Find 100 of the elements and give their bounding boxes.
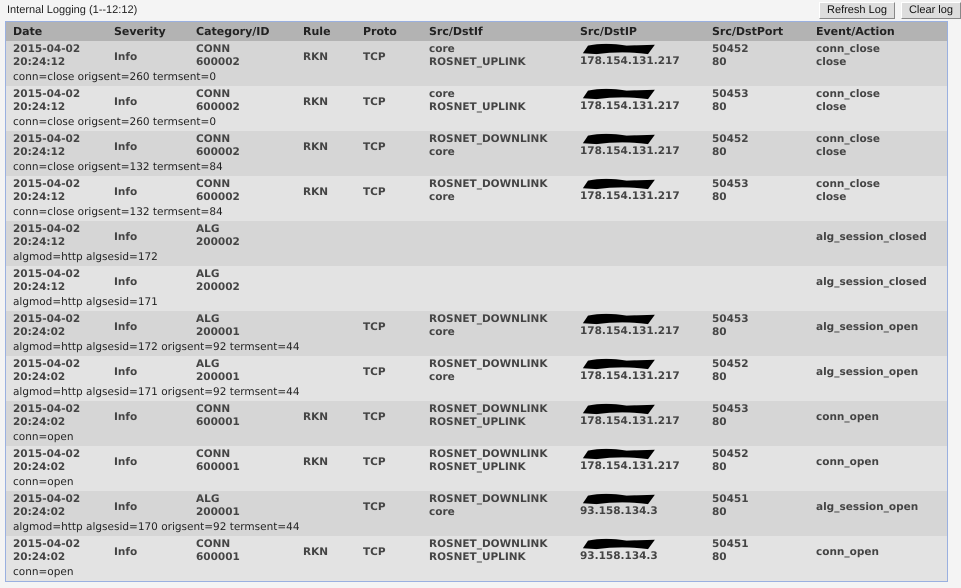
table-cell: RKN (303, 546, 328, 558)
table-cell: 2015-04-02 20:24:02 (13, 538, 80, 563)
table-cell: 50453 80 (712, 88, 749, 113)
toolbar-button[interactable]: Refresh Log (819, 2, 895, 18)
table-cell: 93.158.134.3 (580, 550, 658, 562)
table-cell: 50451 80 (712, 493, 749, 518)
table-cell: 178.154.131.217 (580, 55, 680, 68)
table-cell: 50453 80 (712, 403, 749, 428)
table-cell: CONN 600002 (196, 133, 240, 158)
table-cell: TCP (363, 366, 386, 378)
table-cell: alg_session_closed (816, 276, 927, 288)
table-cell: ROSNET_DOWNLINK core (429, 358, 548, 383)
log-detail: algmod=http algsesid=172 (13, 251, 158, 263)
table-cell: core ROSNET_UPLINK (429, 88, 526, 113)
table-cell: 2015-04-02 20:24:12 (13, 223, 80, 248)
table-cell: 50452 80 (712, 448, 749, 473)
table-cell: TCP (363, 456, 386, 468)
table-cell: core ROSNET_UPLINK (429, 43, 526, 68)
table-cell: Info (114, 230, 138, 244)
table-cell: 2015-04-02 20:24:12 (13, 43, 80, 68)
table-cell: TCP (363, 96, 386, 108)
table-cell: 50453 80 (712, 178, 749, 203)
table-cell: RKN (303, 50, 328, 64)
table-cell: alg_session_open (816, 500, 918, 514)
table-cell: ROSNET_DOWNLINK core (429, 493, 548, 518)
table-cell: CONN 600002 (196, 43, 240, 68)
table-cell: conn_open (816, 456, 879, 468)
table-cell: RKN (303, 140, 328, 154)
table-cell: ROSNET_DOWNLINK ROSNET_UPLINK (429, 538, 548, 563)
table-cell: Info (114, 96, 138, 108)
table-cell: RKN (303, 96, 328, 108)
table-cell: 178.154.131.217 (580, 145, 680, 158)
table-cell: TCP (363, 500, 386, 514)
table-cell: RKN (303, 186, 328, 198)
table-cell: 50451 80 (712, 538, 749, 563)
table-cell: 50452 80 (712, 43, 749, 68)
table-cell: Info (114, 366, 138, 378)
table-cell: Info (114, 186, 138, 198)
table-cell: ALG 200002 (196, 268, 240, 293)
table-cell: CONN 600001 (196, 538, 240, 563)
table-cell: Info (114, 320, 138, 334)
log-detail: algmod=http algsesid=171 (13, 296, 158, 308)
column-header: Src/DstPort (712, 25, 784, 38)
table-cell: Info (114, 546, 138, 558)
table-cell: conn_open (816, 546, 879, 558)
log-detail: conn=close origsent=132 termsent=84 (13, 161, 223, 173)
table-cell: ALG 200001 (196, 493, 240, 518)
table-cell: TCP (363, 410, 386, 424)
table-cell: ROSNET_DOWNLINK ROSNET_UPLINK (429, 448, 548, 473)
table-cell: ROSNET_DOWNLINK core (429, 133, 548, 158)
table-cell: 93.158.134.3 (580, 505, 658, 518)
log-detail: conn=close origsent=260 termsent=0 (13, 116, 216, 128)
table-cell: CONN 600002 (196, 178, 240, 203)
table-cell: ROSNET_DOWNLINK core (429, 313, 548, 338)
log-detail: conn=open (13, 431, 74, 443)
table-cell: 2015-04-02 20:24:02 (13, 358, 80, 383)
table-cell: conn_open (816, 410, 879, 424)
table-cell: conn_close close (816, 88, 880, 113)
log-detail: conn=open (13, 566, 74, 578)
table-cell: 2015-04-02 20:24:02 (13, 493, 80, 518)
table-cell: ALG 200002 (196, 223, 240, 248)
table-cell: 2015-04-02 20:24:12 (13, 268, 80, 293)
table-cell: alg_session_open (816, 366, 918, 378)
table-cell: 178.154.131.217 (580, 190, 680, 202)
table-cell: 2015-04-02 20:24:12 (13, 88, 80, 113)
table-cell: RKN (303, 456, 328, 468)
table-cell: 50452 80 (712, 133, 749, 158)
panel-title: Internal Logging (1--12:12) (7, 4, 138, 16)
column-header: Category/ID (196, 25, 270, 38)
table-cell: ALG 200001 (196, 313, 240, 338)
table-cell: Info (114, 276, 138, 288)
table-cell: CONN 600002 (196, 88, 240, 113)
table-cell: ALG 200001 (196, 358, 240, 383)
column-header: Severity (114, 25, 167, 38)
table-cell: 2015-04-02 20:24:02 (13, 313, 80, 338)
table-cell: conn_close close (816, 133, 880, 158)
log-detail: algmod=http algsesid=172 origsent=92 termsent=44 (13, 341, 300, 353)
table-cell: TCP (363, 546, 386, 558)
table-cell: 2015-04-02 20:24:12 (13, 133, 80, 158)
table-cell: 2015-04-02 20:24:12 (13, 178, 80, 203)
toolbar-button[interactable]: Clear log (900, 2, 961, 18)
log-detail: algmod=http algsesid=171 origsent=92 termsent=44 (13, 386, 300, 398)
table-cell: 2015-04-02 20:24:02 (13, 448, 80, 473)
table-cell: ROSNET_DOWNLINK core (429, 178, 548, 203)
table-cell: conn_close close (816, 43, 880, 68)
column-header: Proto (363, 25, 398, 38)
table-cell: conn_close close (816, 178, 880, 203)
table-cell: 178.154.131.217 (580, 370, 680, 382)
table-cell: 178.154.131.217 (580, 100, 680, 112)
table-cell: 50452 80 (712, 358, 749, 383)
table-cell: alg_session_closed (816, 230, 927, 244)
table-cell: TCP (363, 186, 386, 198)
column-header: Src/DstIP (580, 25, 638, 38)
table-cell: 2015-04-02 20:24:02 (13, 403, 80, 428)
table-cell: TCP (363, 50, 386, 64)
table-cell: CONN 600001 (196, 403, 240, 428)
log-detail: conn=close origsent=132 termsent=84 (13, 206, 223, 218)
log-detail: conn=close origsent=260 termsent=0 (13, 71, 216, 83)
table-cell: 178.154.131.217 (580, 325, 680, 338)
column-header: Rule (303, 25, 332, 38)
